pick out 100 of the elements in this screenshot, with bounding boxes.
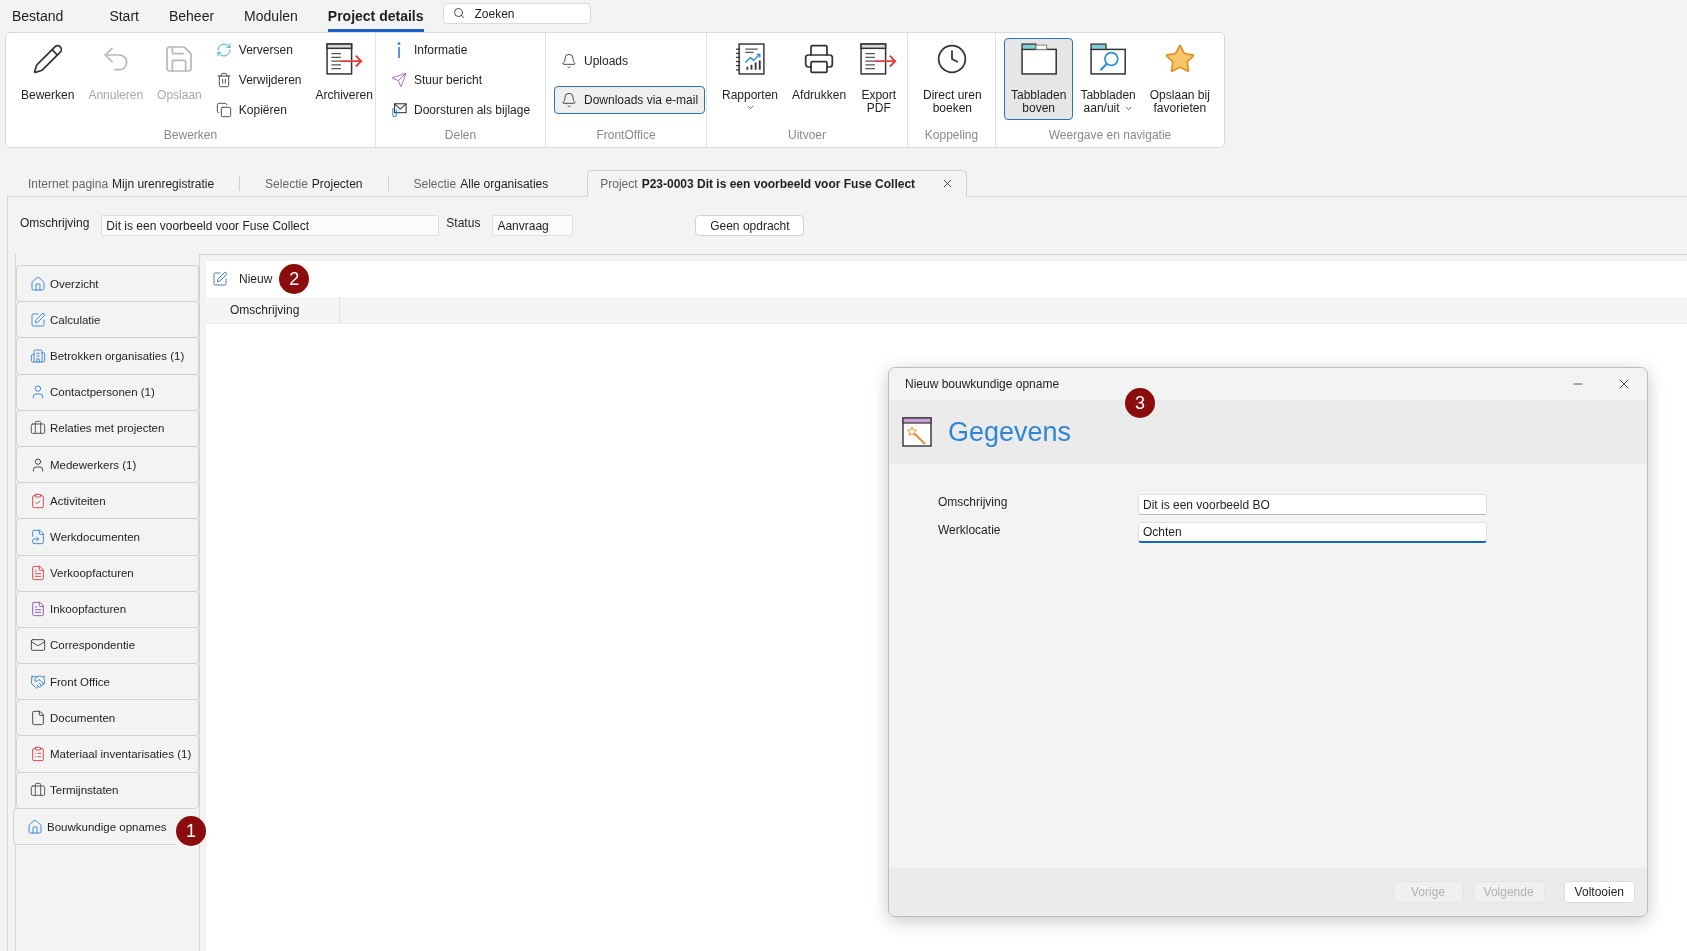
callout-badge: 2 [279, 264, 310, 294]
sidebar-tab[interactable]: Materiaal inventarisaties (1) [16, 735, 199, 773]
clipboard-list-icon [30, 746, 46, 763]
document-arrow-icon [325, 43, 363, 75]
sidebar-tab[interactable]: Correspondentie [16, 626, 199, 665]
window-search-icon [1089, 43, 1127, 75]
sidebar-tab[interactable]: Relaties met projecten [16, 409, 199, 447]
menu-tab[interactable]: Modulen [244, 0, 298, 32]
field-label: Status [446, 216, 481, 230]
sidebar-tab[interactable]: Inkoopfacturen [16, 590, 199, 628]
callout-badge: 1 [176, 815, 206, 846]
menu-tab[interactable]: Start [109, 0, 139, 32]
chevron-down-icon [745, 103, 755, 112]
field-label: Werklocatie [938, 523, 1001, 539]
window-tab-icon [1020, 43, 1057, 75]
document-tab[interactable]: Selectie Alle organisaties [398, 170, 564, 197]
envelope-paperclip-icon [391, 102, 407, 118]
sidebar-tab[interactable]: Medewerkers (1) [16, 445, 199, 484]
clock-icon [936, 43, 969, 75]
sidebar-tab[interactable]: Calculatie [16, 301, 199, 339]
group-label: Delen [444, 128, 477, 142]
text-field[interactable]: Aanvraag [492, 215, 574, 236]
menu-tab[interactable]: Beheer [168, 0, 215, 32]
ribbon-button[interactable]: Afdrukken [785, 38, 854, 107]
ribbon-button[interactable]: Verversen [208, 35, 300, 65]
info-icon [397, 42, 401, 58]
wizard-button[interactable]: Voltooien [1563, 881, 1635, 903]
sidebar-tab[interactable]: Overzicht [16, 265, 199, 303]
sidebar-tab[interactable]: Werkdocumenten [16, 518, 199, 556]
group-label: Bewerken [163, 128, 218, 142]
ribbon-button[interactable]: Informatie [384, 35, 475, 65]
person-icon [30, 456, 46, 473]
document-lines-icon [30, 565, 46, 582]
ribbon-button[interactable]: Verwijderen [208, 65, 309, 95]
star-icon [1163, 43, 1196, 75]
edit-icon [30, 311, 46, 328]
document-lines-icon [30, 601, 46, 618]
ribbon-button[interactable]: Stuur bericht [384, 65, 490, 95]
sidebar-tab[interactable]: Documenten [16, 699, 199, 737]
ribbon-button[interactable]: Opslaan bij favorieten [1142, 38, 1217, 120]
document-tab[interactable]: Project P23-0003 Dit is een voorbeeld voor Fuse Collect [587, 170, 968, 197]
text-field[interactable]: Ochten [1138, 522, 1487, 543]
ribbon-button[interactable]: Direct uren boeken [916, 38, 989, 120]
ribbon-button[interactable]: Doorsturen als bijlage [384, 95, 538, 125]
menu-tab[interactable]: Bestand [12, 0, 64, 32]
ribbon-button[interactable]: Archiveren [308, 38, 380, 107]
ribbon-button[interactable]: Bewerken [14, 38, 82, 107]
search-icon [452, 7, 465, 19]
report-chart-icon [735, 43, 765, 75]
ribbon-button[interactable]: Tabbladen boven [1004, 38, 1074, 120]
ribbon-button[interactable]: Downloads via e-mail [554, 86, 706, 114]
group-label: Weergave en navigatie [1048, 128, 1172, 142]
document-arrow-icon [860, 43, 898, 75]
envelope-icon [30, 637, 46, 654]
sidebar-tab[interactable]: Front Office [16, 663, 199, 701]
group-label: Uitvoer [788, 128, 826, 142]
sidebar-tab[interactable]: Activiteiten [16, 482, 199, 520]
text-field[interactable]: Dit is een voorbeeld voor Fuse Collect [101, 215, 440, 236]
handshake-icon [30, 673, 46, 690]
pencil-icon [31, 43, 64, 75]
document-tab[interactable]: Selectie Projecten [250, 170, 378, 197]
document-icon [30, 709, 46, 726]
sidebar-tab[interactable]: Verkoopfacturen [16, 554, 199, 592]
field-label: Omschrijving [938, 495, 1008, 511]
refresh-icon [215, 42, 232, 58]
ribbon-button[interactable]: Kopiëren [208, 95, 294, 125]
magic-wand-window-icon [902, 417, 932, 447]
ribbon-button[interactable]: Tabbladen aan/uit [1073, 38, 1143, 120]
group-label: FrontOffice [596, 128, 656, 142]
bell-icon [561, 53, 577, 69]
bell-icon [561, 92, 577, 108]
group-label: Koppeling [924, 128, 979, 142]
text-field[interactable]: Dit is een voorbeeld BO [1138, 494, 1487, 515]
trash-icon [215, 72, 232, 88]
dialog-title: Nieuw bouwkundige opname [905, 377, 1060, 391]
page-heading: Gegevens [948, 418, 1072, 446]
ribbon-button[interactable]: Export PDF [853, 38, 905, 120]
new-button[interactable]: Nieuw [212, 271, 273, 287]
ribbon-button[interactable]: Uploads [554, 47, 636, 75]
briefcase-icon [30, 782, 46, 799]
sidebar-tab[interactable]: Termijnstaten [16, 771, 199, 809]
column-header[interactable]: Omschrijving [224, 297, 340, 323]
building-icon [30, 347, 46, 364]
sidebar-tab[interactable]: Bouwkundige opnames [13, 808, 176, 846]
assignment-button[interactable]: Geen opdracht [695, 215, 805, 236]
briefcase-icon [30, 420, 46, 437]
home-icon [27, 818, 43, 835]
printer-icon [803, 43, 836, 75]
ribbon-button[interactable]: Rapporten [715, 38, 786, 117]
edit-icon [212, 271, 228, 287]
sidebar-tab[interactable]: Betrokken organisaties (1) [16, 337, 199, 375]
send-icon [391, 72, 407, 88]
document-arrow-icon [30, 528, 46, 545]
person-icon [30, 384, 46, 401]
sidebar-tab[interactable]: Contactpersonen (1) [16, 373, 199, 411]
callout-badge: 3 [1125, 388, 1155, 418]
search-field[interactable]: Zoeken [442, 3, 591, 24]
home-icon [30, 275, 46, 292]
field-label: Omschrijving [20, 216, 90, 230]
document-tab[interactable]: Internet pagina Mijn urenregistratie [13, 170, 230, 197]
